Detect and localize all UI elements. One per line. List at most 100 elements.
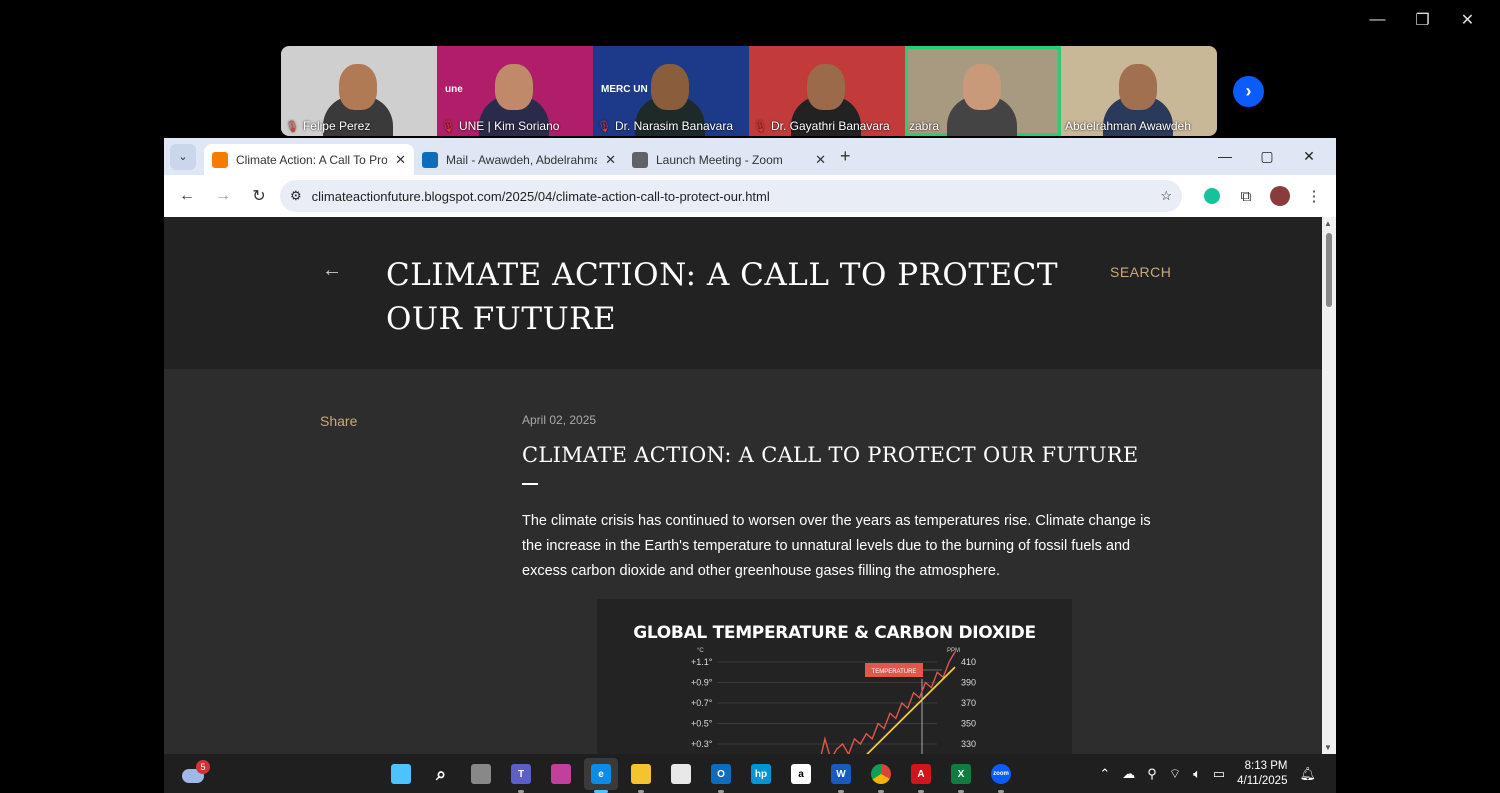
tab-favicon-icon: [632, 151, 648, 168]
participant-tile[interactable]: une 🎙︎ UNE | Kim Soriano: [437, 46, 593, 136]
participant-tile[interactable]: 🎙︎ Dr. Gayathri Banavara: [749, 46, 905, 136]
participant-face: [495, 64, 533, 110]
browser-tab[interactable]: Launch Meeting - Zoom ✕: [624, 144, 834, 175]
tab-close-icon[interactable]: ✕: [395, 152, 406, 168]
annotation-label: TEMPERATURE: [872, 669, 917, 675]
clock-date: 4/11/2025: [1237, 774, 1288, 787]
back-arrow-icon[interactable]: ←: [322, 259, 342, 282]
blog-title[interactable]: CLIMATE ACTION: A CALL TO PROTECT OUR FU…: [386, 253, 1066, 341]
participant-strip: 🎙︎ Felipe Perez une 🎙︎ UNE | Kim Soriano MERC…: [281, 46, 1217, 136]
browser-minimize-icon[interactable]: —: [1204, 142, 1246, 170]
forward-button[interactable]: →: [208, 181, 238, 211]
taskbar-file-explorer-button[interactable]: [624, 758, 658, 793]
extensions-icon[interactable]: ⧉: [1232, 182, 1260, 210]
left-tick-label: +0.7°: [691, 698, 713, 708]
search-link[interactable]: SEARCH: [1110, 264, 1171, 280]
next-participants-button[interactable]: ›: [1233, 76, 1264, 107]
participant-name: 🎙︎ Dr. Narasim Banavara: [597, 119, 733, 133]
search-icon: ⌕: [435, 763, 447, 784]
taskbar-task-view-button[interactable]: [464, 758, 498, 790]
share-button[interactable]: Share: [320, 413, 357, 429]
right-tick-label: 370: [961, 698, 976, 708]
browser-tab[interactable]: Climate Action: A Call To Protec ✕: [204, 144, 414, 175]
taskbar-edge-button[interactable]: e: [584, 758, 618, 793]
close-icon[interactable]: ✕: [1445, 8, 1490, 32]
climate-chart: GLOBAL TEMPERATURE & CARBON DIOXIDE °C PP…: [597, 599, 1072, 754]
tab-label: Climate Action: A Call To Protec: [236, 152, 388, 167]
taskbar-word-button[interactable]: W: [824, 758, 858, 793]
browser-tab[interactable]: Mail - Awawdeh, Abdelrahman ✕: [414, 144, 624, 175]
edge-icon: e: [591, 764, 611, 784]
battery-icon[interactable]: ▭: [1213, 766, 1225, 782]
browser-close-icon[interactable]: ✕: [1288, 142, 1330, 170]
address-bar[interactable]: ⚙ climateactionfuture.blogspot.com/2025/…: [280, 180, 1182, 212]
profile-avatar[interactable]: [1266, 182, 1294, 210]
grammarly-extension-icon[interactable]: [1198, 182, 1226, 210]
start-icon: [391, 764, 411, 784]
participant-face: [1119, 64, 1157, 110]
left-unit: °C: [697, 648, 704, 654]
browser-maximize-icon[interactable]: ▢: [1246, 142, 1288, 170]
right-tick-label: 350: [961, 719, 976, 729]
participant-tile[interactable]: zabra: [905, 46, 1061, 136]
taskbar-outlook-button[interactable]: O: [704, 758, 738, 793]
browser-window: ⌄ Climate Action: A Call To Protec ✕ Mail …: [164, 138, 1336, 754]
taskbar-teams-button[interactable]: T: [504, 758, 538, 793]
participant-tile[interactable]: Abdelrahman Awawdeh: [1061, 46, 1217, 136]
taskbar-acrobat-button[interactable]: A: [904, 758, 938, 793]
participant-name: 🎙︎ UNE | Kim Soriano: [441, 119, 559, 133]
bookmark-star-icon[interactable]: ☆: [1160, 188, 1172, 204]
page-scrollbar[interactable]: ▲ ▼: [1322, 217, 1336, 754]
participant-tile[interactable]: 🎙︎ Felipe Perez: [281, 46, 437, 136]
taskbar-excel-button[interactable]: X: [944, 758, 978, 793]
muted-mic-icon: 🎙︎: [753, 120, 767, 133]
tab-search-button[interactable]: ⌄: [170, 143, 196, 170]
participant-name-text: Dr. Narasim Banavara: [614, 119, 734, 133]
right-tick-label: 410: [961, 657, 976, 667]
tab-close-icon[interactable]: ✕: [815, 152, 826, 168]
acrobat-icon: A: [911, 764, 931, 784]
menu-icon[interactable]: ⋮: [1300, 182, 1328, 210]
notification-bell-icon[interactable]: 🔔︎: [1299, 766, 1316, 782]
taskbar-store-button[interactable]: [664, 758, 698, 790]
taskbar-copilot-button[interactable]: [544, 758, 578, 790]
reload-button[interactable]: ↻: [244, 181, 274, 211]
scroll-up-icon[interactable]: ▲: [1324, 219, 1332, 228]
browser-window-controls: — ▢ ✕: [1204, 142, 1330, 170]
taskbar-amazon-button[interactable]: a: [784, 758, 818, 790]
tab-close-icon[interactable]: ✕: [605, 152, 616, 168]
muted-mic-icon: 🎙︎: [441, 120, 455, 133]
taskbar-search-button[interactable]: ⌕: [424, 758, 458, 790]
onedrive-icon[interactable]: ☁: [1122, 766, 1135, 782]
participant-tile[interactable]: MERC UN 🎙︎ Dr. Narasim Banavara: [593, 46, 749, 136]
url-text: climateactionfuture.blogspot.com/2025/04…: [311, 188, 770, 204]
chevron-up-icon[interactable]: ⌃: [1099, 766, 1110, 782]
participant-name-text: Abdelrahman Awawdeh: [1065, 119, 1191, 133]
weather-widget[interactable]: 5: [182, 760, 210, 786]
back-button[interactable]: ←: [172, 181, 202, 211]
scroll-down-icon[interactable]: ▼: [1324, 743, 1332, 752]
taskbar-zoom-button[interactable]: zoom: [984, 758, 1018, 793]
outlook-icon: O: [711, 764, 731, 784]
tab-favicon-icon: [422, 151, 438, 168]
restore-icon[interactable]: ❐: [1400, 8, 1445, 32]
taskbar-apps: ⌕ Te Ohp a W A Xzoom: [384, 758, 1018, 793]
participant-face: [963, 64, 1001, 110]
taskbar-myhp-button[interactable]: hp: [744, 758, 778, 790]
minimize-icon[interactable]: —: [1355, 8, 1400, 32]
taskbar-start-button[interactable]: [384, 758, 418, 790]
tab-list: Climate Action: A Call To Protec ✕ Mail - …: [204, 138, 834, 175]
location-icon[interactable]: ⚲: [1147, 766, 1157, 782]
volume-icon[interactable]: 🔈︎: [1193, 766, 1201, 782]
chrome-icon: [871, 764, 891, 784]
taskbar-chrome-button[interactable]: [864, 758, 898, 793]
participant-name: Abdelrahman Awawdeh: [1065, 119, 1191, 133]
clock[interactable]: 8:13 PM 4/11/2025: [1237, 759, 1287, 789]
scrollbar-thumb[interactable]: [1326, 233, 1332, 307]
new-tab-button[interactable]: +: [840, 146, 851, 167]
participant-name-text: Dr. Gayathri Banavara: [770, 119, 890, 133]
site-info-icon[interactable]: ⚙: [290, 188, 302, 204]
tab-label: Mail - Awawdeh, Abdelrahman: [446, 152, 598, 167]
wifi-icon[interactable]: ⌔: [1169, 766, 1181, 782]
excel-icon: X: [951, 764, 971, 784]
